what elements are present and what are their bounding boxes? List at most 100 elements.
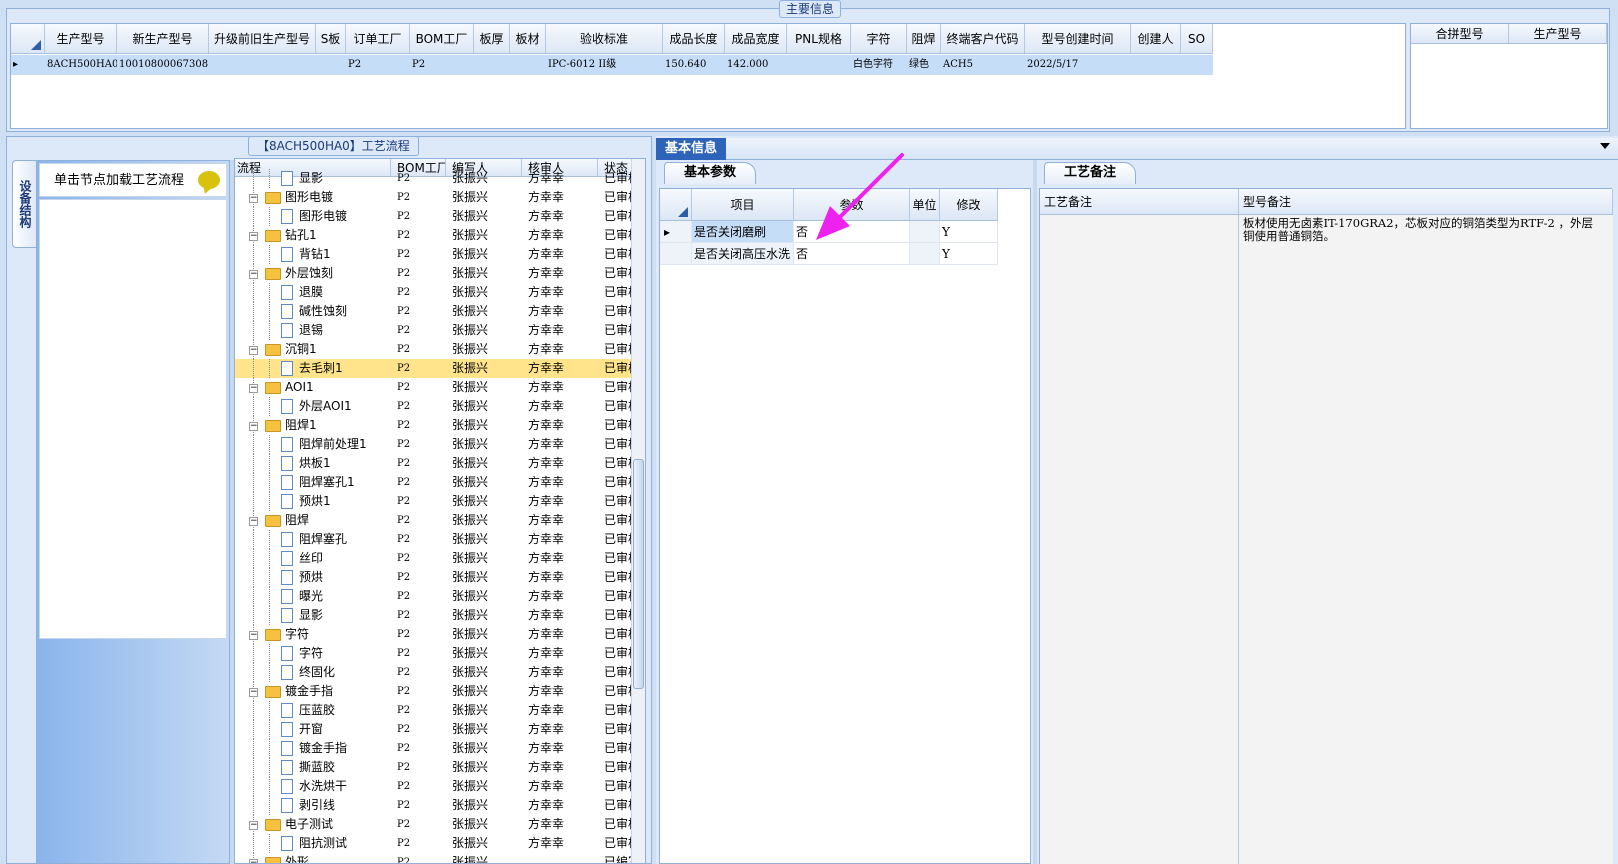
column-header[interactable]: S板 xyxy=(316,24,346,53)
select-all-corner[interactable] xyxy=(660,189,692,220)
select-all-corner[interactable] xyxy=(11,24,45,53)
splitter[interactable] xyxy=(1033,160,1037,864)
tree-node[interactable]: − 外层蚀刻 P2 张振兴 方幸幸 已审核 xyxy=(235,264,633,283)
tree-node[interactable]: 阻焊塞孔1 P2 张振兴 方幸幸 已审核 xyxy=(235,473,633,492)
collapse-icon[interactable]: − xyxy=(249,232,258,241)
param-cell[interactable]: 否 xyxy=(794,243,910,264)
tree-node[interactable]: − 阻焊1 P2 张振兴 方幸幸 已审核 xyxy=(235,416,633,435)
collapse-icon[interactable]: − xyxy=(249,270,258,279)
column-header[interactable]: 生产型号 xyxy=(45,24,117,53)
main-info-grid[interactable]: 生产型号 新生产型号 升级前旧生产型号 S板 订单工厂 BOM工厂 板厚 板材 验收标准 成品长度… xyxy=(10,23,1406,129)
column-header[interactable]: 参数 xyxy=(794,189,910,220)
tab-equipment-structure[interactable]: 设备结构 xyxy=(12,160,36,248)
column-header[interactable]: 修改 xyxy=(940,189,998,220)
column-header[interactable]: 生产型号 xyxy=(1509,24,1607,43)
tree-node[interactable]: 水洗烘干 P2 张振兴 方幸幸 已审核 xyxy=(235,777,633,796)
basic-params-grid[interactable]: 项目 参数 单位 修改 ▸ 是否关闭磨刷否 Y 是否关闭高压水洗否 Y xyxy=(659,188,1031,864)
table-cell[interactable]: 142.000 xyxy=(725,55,787,75)
model-note-cell[interactable]: 板材使用无卤素IT-170GRA2，芯板对应的铜箔类型为RTF-2 ，外层铜使用… xyxy=(1239,215,1613,864)
tree-node[interactable]: − 钻孔1 P2 张振兴 方幸幸 已审核 xyxy=(235,226,633,245)
column-header[interactable]: SO xyxy=(1181,24,1213,53)
tree-node[interactable]: 压蓝胶 P2 张振兴 方幸幸 已审核 xyxy=(235,701,633,720)
table-cell[interactable]: 2022/5/17 xyxy=(1025,55,1131,75)
tree-node[interactable]: − 阻焊 P2 张振兴 方幸幸 已审核 xyxy=(235,511,633,530)
tree-node[interactable]: 背钻1 P2 张振兴 方幸幸 已审核 xyxy=(235,245,633,264)
tree-node[interactable]: 开窗 P2 张振兴 方幸幸 已审核 xyxy=(235,720,633,739)
tree-node[interactable]: 碱性蚀刻 P2 张振兴 方幸幸 已审核 xyxy=(235,302,633,321)
tree-node[interactable]: 预烘1 P2 张振兴 方幸幸 已审核 xyxy=(235,492,633,511)
table-cell[interactable] xyxy=(510,55,546,75)
column-header[interactable]: 阻焊 xyxy=(907,24,941,53)
tree-node[interactable]: 终固化 P2 张振兴 方幸幸 已审核 xyxy=(235,663,633,682)
column-header[interactable]: 验收标准 xyxy=(546,24,663,53)
tree-node[interactable]: 镀金手指 P2 张振兴 方幸幸 已审核 xyxy=(235,739,633,758)
collapse-icon[interactable]: − xyxy=(249,384,258,393)
column-header[interactable]: 字符 xyxy=(851,24,907,53)
table-cell[interactable]: 150.640 xyxy=(663,55,725,75)
table-cell[interactable]: 8ACH500HA0 xyxy=(45,55,117,75)
tree-node[interactable]: 曝光 P2 张振兴 方幸幸 已审核 xyxy=(235,587,633,606)
tree-node[interactable]: − 字符 P2 张振兴 方幸幸 已审核 xyxy=(235,625,633,644)
column-header[interactable]: 创建人 xyxy=(1131,24,1181,53)
table-cell[interactable] xyxy=(1131,55,1181,75)
tree-node[interactable]: 预烘 P2 张振兴 方幸幸 已审核 xyxy=(235,568,633,587)
column-header[interactable]: 成品长度 xyxy=(663,24,725,53)
collapse-icon[interactable]: − xyxy=(249,859,258,863)
table-cell[interactable] xyxy=(474,55,510,75)
tree-node[interactable]: − AOI1 P2 张振兴 方幸幸 已审核 xyxy=(235,378,633,397)
tree-node[interactable]: 烘板1 P2 张振兴 方幸幸 已审核 xyxy=(235,454,633,473)
tab-process-notes[interactable]: 工艺备注 xyxy=(1044,162,1136,184)
tree-node[interactable]: 撕蓝胶 P2 张振兴 方幸幸 已审核 xyxy=(235,758,633,777)
tree-node[interactable]: 显影 P2 张振兴 方幸幸 已审核 xyxy=(235,606,633,625)
chevron-down-icon[interactable] xyxy=(1600,143,1610,149)
merge-model-grid[interactable]: 合拼型号 生产型号 xyxy=(1410,23,1608,129)
collapse-icon[interactable]: − xyxy=(249,517,258,526)
equipment-list[interactable] xyxy=(39,199,227,639)
table-cell[interactable]: P2 xyxy=(346,55,410,75)
equipment-hint[interactable]: 单击节点加载工艺流程 xyxy=(39,163,227,197)
table-row[interactable]: ▸ 8ACH500HA0 10010800067308 P2 P2 IPC-6012 II… xyxy=(11,55,1213,75)
column-header[interactable]: 终端客户代码 xyxy=(941,24,1025,53)
column-header[interactable]: 板材 xyxy=(510,24,546,53)
tree-node[interactable]: 阻焊塞孔 P2 张振兴 方幸幸 已审核 xyxy=(235,530,633,549)
tree-node[interactable]: 退膜 P2 张振兴 方幸幸 已审核 xyxy=(235,283,633,302)
process-flow-tree[interactable]: 流程BOM工厂编写人核审人状态 显影P2张振兴方幸幸已审核−图形电镀P2张振兴方… xyxy=(234,158,646,864)
column-header[interactable]: 订单工厂 xyxy=(346,24,410,53)
tree-node[interactable]: 外层AOI1 P2 张振兴 方幸幸 已审核 xyxy=(235,397,633,416)
column-header[interactable]: PNL规格 xyxy=(787,24,851,53)
column-header[interactable]: 板厚 xyxy=(474,24,510,53)
table-cell[interactable]: IPC-6012 II级 xyxy=(546,55,663,75)
table-cell[interactable]: ACH5 xyxy=(941,55,1025,75)
column-header[interactable]: 项目 xyxy=(692,189,794,220)
tab-basic-params[interactable]: 基本参数 xyxy=(664,162,756,184)
table-cell[interactable] xyxy=(209,55,316,75)
column-header[interactable]: 合拼型号 xyxy=(1411,24,1509,43)
collapse-icon[interactable]: − xyxy=(249,688,258,697)
tree-scrollbar[interactable] xyxy=(631,159,645,863)
table-cell[interactable]: 白色字符 xyxy=(851,55,907,75)
tree-node[interactable]: − 电子测试 P2 张振兴 方幸幸 已审核 xyxy=(235,815,633,834)
column-header[interactable]: 单位 xyxy=(910,189,940,220)
tree-node[interactable]: 阻焊前处理1 P2 张振兴 方幸幸 已审核 xyxy=(235,435,633,454)
column-header[interactable]: 升级前旧生产型号 xyxy=(209,24,316,53)
collapse-icon[interactable]: − xyxy=(249,346,258,355)
tree-node-selected[interactable]: 去毛刺1 P2 张振兴 方幸幸 已审核 xyxy=(235,359,633,378)
collapse-icon[interactable]: − xyxy=(249,422,258,431)
tree-node[interactable]: − 外形 P2 张振兴 已编写 xyxy=(235,853,633,863)
param-cell[interactable]: 否 xyxy=(794,221,910,242)
tree-node[interactable]: 退锡 P2 张振兴 方幸幸 已审核 xyxy=(235,321,633,340)
collapse-icon[interactable]: − xyxy=(249,631,258,640)
tree-node[interactable]: 显影 P2 张振兴 方幸幸 已审核 xyxy=(235,169,633,188)
tree-node[interactable]: − 镀金手指 P2 张振兴 方幸幸 已审核 xyxy=(235,682,633,701)
table-row[interactable]: ▸ 是否关闭磨刷否 Y xyxy=(660,221,998,243)
table-cell[interactable]: 10010800067308 xyxy=(117,55,209,75)
table-cell[interactable]: P2 xyxy=(410,55,474,75)
tree-node[interactable]: 字符 P2 张振兴 方幸幸 已审核 xyxy=(235,644,633,663)
tree-node[interactable]: 剥引线 P2 张振兴 方幸幸 已审核 xyxy=(235,796,633,815)
notes-grid[interactable]: 工艺备注 型号备注 板材使用无卤素IT-170GRA2，芯板对应的铜箔类型为RT… xyxy=(1039,188,1613,864)
scroll-thumb[interactable] xyxy=(633,459,644,689)
tree-node[interactable]: 图形电镀 P2 张振兴 方幸幸 已审核 xyxy=(235,207,633,226)
tab-basic-info[interactable]: 基本信息 xyxy=(656,138,726,160)
table-cell[interactable] xyxy=(1181,55,1213,75)
collapse-icon[interactable]: − xyxy=(249,821,258,830)
